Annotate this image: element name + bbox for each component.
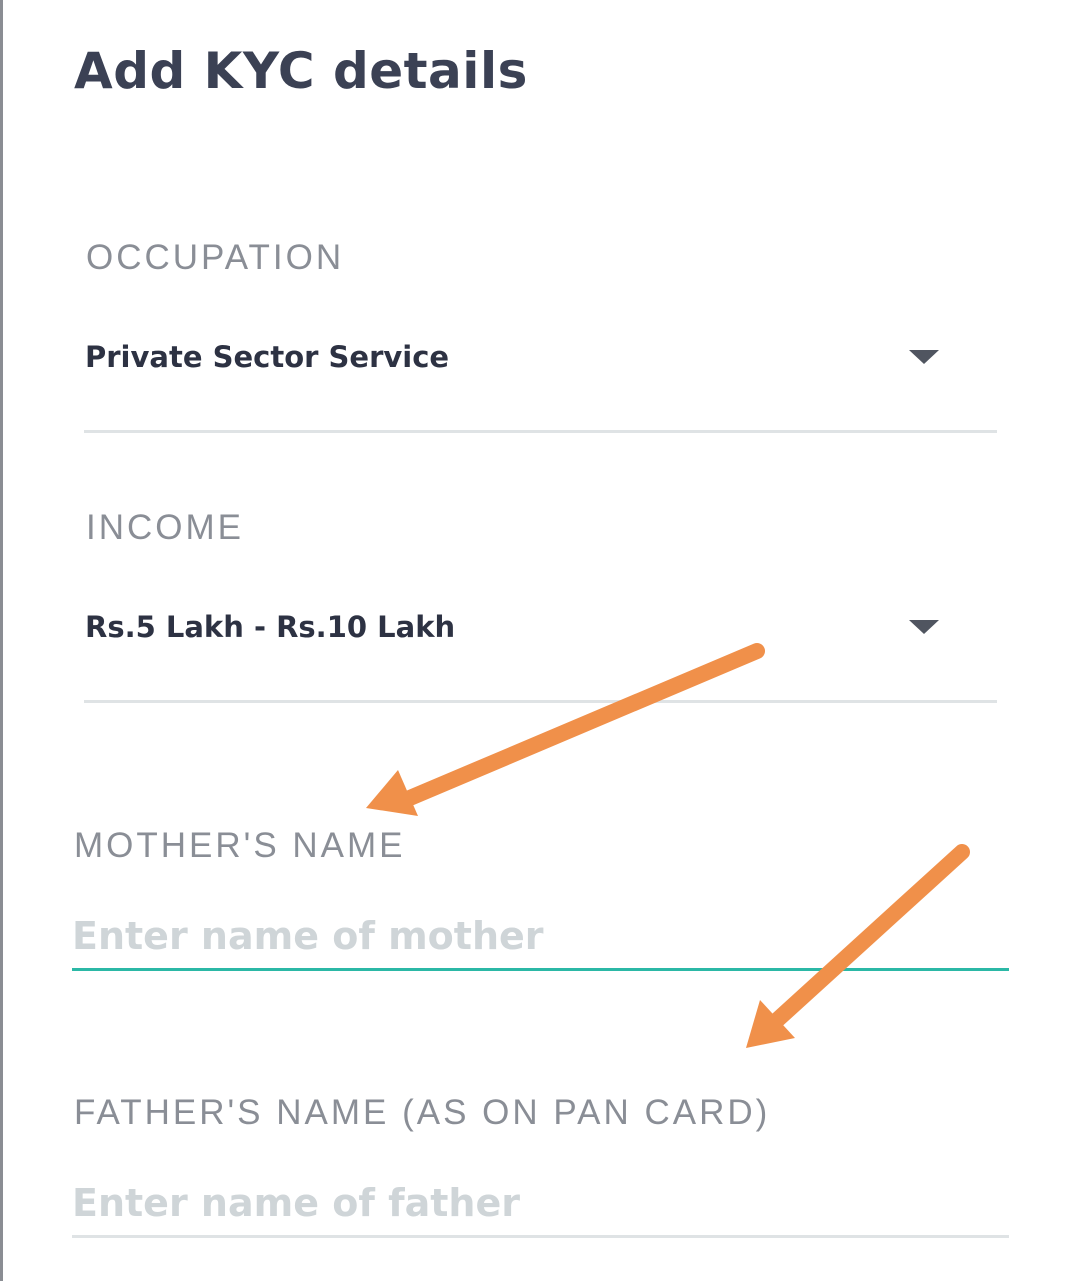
page-title: Add KYC details bbox=[74, 42, 528, 100]
mother-name-input[interactable] bbox=[72, 908, 1008, 964]
father-name-label: FATHER'S NAME (AS ON PAN CARD) bbox=[74, 1093, 771, 1132]
mother-name-label: MOTHER'S NAME bbox=[74, 826, 406, 865]
chevron-down-icon[interactable] bbox=[909, 350, 939, 364]
occupation-value[interactable]: Private Sector Service bbox=[85, 340, 449, 374]
income-underline bbox=[84, 700, 997, 703]
window-left-border bbox=[0, 0, 3, 1281]
annotation-arrow-icon bbox=[366, 643, 765, 816]
income-label: INCOME bbox=[86, 508, 244, 547]
income-value[interactable]: Rs.5 Lakh - Rs.10 Lakh bbox=[85, 610, 455, 644]
chevron-down-icon[interactable] bbox=[909, 620, 939, 634]
father-name-underline bbox=[72, 1235, 1009, 1238]
occupation-underline bbox=[84, 430, 997, 433]
father-name-input[interactable] bbox=[72, 1175, 1008, 1231]
occupation-label: OCCUPATION bbox=[86, 238, 345, 277]
mother-name-underline bbox=[72, 968, 1009, 971]
